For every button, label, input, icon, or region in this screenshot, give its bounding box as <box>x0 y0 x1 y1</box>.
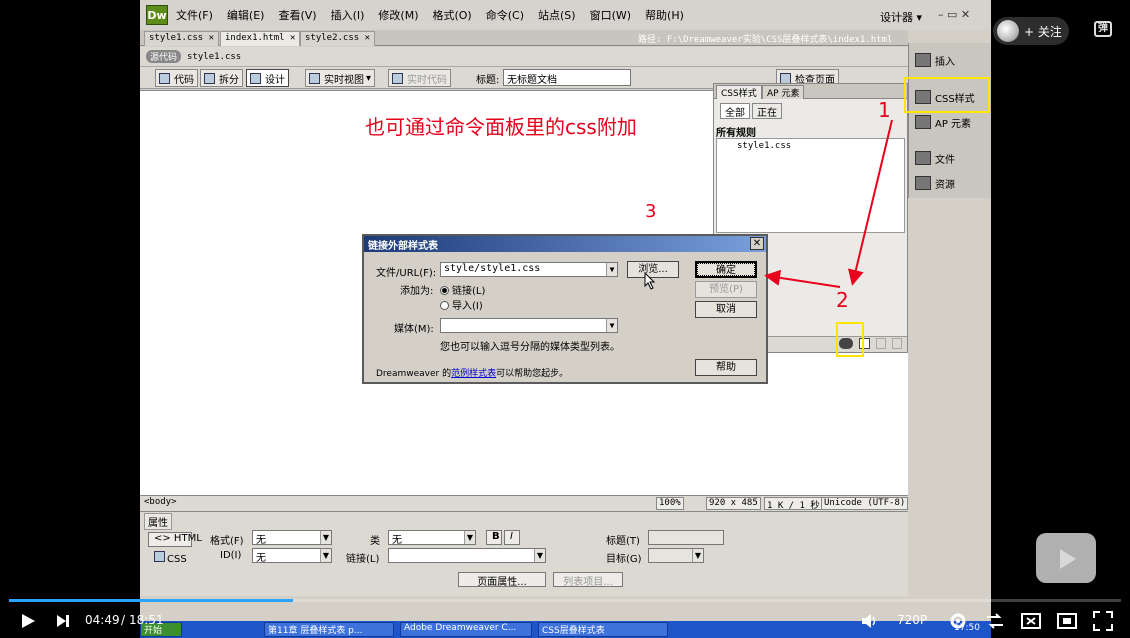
progress-fill <box>9 599 293 602</box>
loop-icon[interactable] <box>985 612 1005 630</box>
danmaku-toggle-icon[interactable]: 弹 <box>1094 21 1112 37</box>
widescreen-icon[interactable] <box>1057 612 1077 630</box>
next-icon[interactable] <box>56 614 70 628</box>
arrow-to-ok <box>764 269 841 288</box>
time-separator: / <box>121 613 126 627</box>
avatar <box>997 20 1019 42</box>
play-icon[interactable] <box>20 613 36 629</box>
pip-icon[interactable] <box>1021 612 1041 630</box>
volume-icon[interactable] <box>860 612 878 630</box>
quality-select[interactable]: 720P <box>897 613 927 627</box>
fullscreen-icon[interactable] <box>1093 611 1113 631</box>
arrow-to-step-2 <box>848 119 893 286</box>
follow-button[interactable]: + 关注 <box>993 17 1069 45</box>
current-time: 04:49 <box>85 613 120 627</box>
settings-icon[interactable] <box>948 611 968 631</box>
player-controls: 04:49 / 18:51 720P <box>0 605 1130 638</box>
total-time: 18:51 <box>129 613 164 627</box>
annotation-arrows <box>764 119 893 288</box>
dreamweaver-screen: Dw 文件(F) 编辑(E) 查看(V) 插入(I) 修改(M) 格式(O) 命… <box>140 0 991 638</box>
tv-logo-icon <box>1036 533 1096 583</box>
